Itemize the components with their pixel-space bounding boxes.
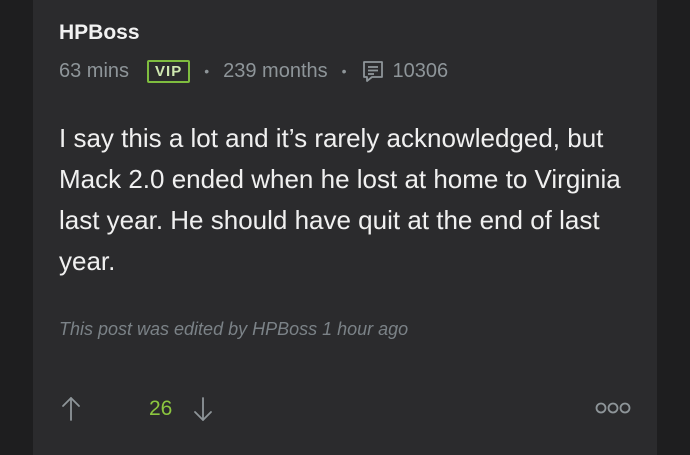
arrow-up-icon[interactable] [61,395,81,423]
post-count: 10306 [392,59,449,82]
post-meta: 63 mins VIP • 239 months • 10306 [59,59,448,83]
post-card: HPBoss 63 mins VIP • 239 months • 10306 … [33,0,657,455]
vote-score: 26 [149,397,173,420]
comment-icon [361,59,385,83]
meta-separator: • [341,63,347,79]
membership-duration: 239 months [223,59,328,82]
post-body: I say this a lot and it’s rarely acknowl… [59,123,621,276]
edited-note: This post was edited by HPBoss 1 hour ag… [59,319,409,339]
more-options-icon[interactable] [595,401,631,415]
arrow-down-icon[interactable] [193,395,213,423]
vip-badge: VIP [147,59,191,83]
meta-separator: • [204,63,210,79]
post-time: 63 mins [59,59,130,82]
post-author[interactable]: HPBoss [59,21,140,45]
post-actions: 26 [59,393,631,425]
